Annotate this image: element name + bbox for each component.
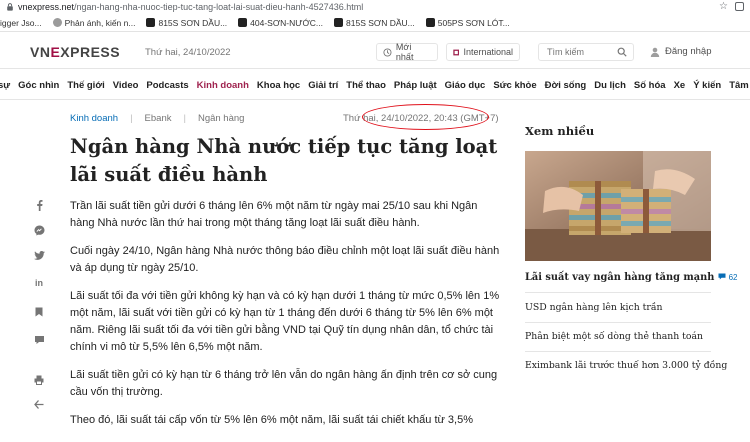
article-paragraph: Lãi suất tối đa với tiền gửi không kỳ hạ… [70,290,500,353]
nav-item[interactable]: Du lịch [594,80,626,91]
vnexpress-logo[interactable]: VNEXPRESS [30,44,120,60]
nav-item[interactable]: Tâm sự [729,80,750,91]
nav-item[interactable]: Đời sống [545,80,587,91]
nav-item[interactable]: Giải trí [308,80,338,91]
article-body: Trần lãi suất tiền gửi dưới 6 tháng lên … [70,198,502,440]
search-icon[interactable] [617,47,627,57]
most-viewed-link[interactable]: USD ngân hàng lên kịch trần [525,302,663,313]
nav-item[interactable]: Giáo dục [445,80,486,91]
nav-item[interactable]: Khoa học [257,80,300,91]
bookmark-item[interactable]: 815S SƠN DẦU... [334,18,415,28]
print-icon[interactable] [32,373,46,387]
bookmark-item[interactable]: igger Jso... [0,18,42,28]
most-viewed-title: Xem nhiều [525,124,595,138]
breadcrumb: Kinh doanh | Ebank | Ngân hàng [70,113,256,124]
user-icon [650,47,660,57]
site-icon [52,18,62,27]
messenger-icon[interactable] [32,223,46,237]
money-photo [525,151,711,261]
nav-item[interactable]: Pháp luật [394,80,437,91]
article-paragraph: Cuối ngày 24/10, Ngân hàng Nhà nước thôn… [70,245,500,274]
breadcrumb-item[interactable]: Ngân hàng [198,113,244,124]
feature-headline-link[interactable]: Lãi suất vay ngân hàng tăng mạnh 62 [525,272,738,283]
url-host: vnexpress.net [18,2,75,12]
breadcrumb-separator: | [130,113,133,124]
header-date: Thứ hai, 24/10/2022 [145,47,231,58]
login-button[interactable]: Đăng nhập [650,46,711,57]
search-input[interactable]: Tìm kiếm [538,43,634,61]
newest-button[interactable]: Mới nhất [376,42,438,62]
most-viewed-link[interactable]: Eximbank lãi trước thuế hơn 3.000 tỷ đồn… [525,360,727,371]
bookmark-icon[interactable] [32,305,46,319]
twitter-icon[interactable] [32,248,46,262]
site-icon [334,18,344,27]
most-viewed-link[interactable]: Phân biệt một số dòng thẻ thanh toán [525,331,703,342]
facebook-icon[interactable] [32,198,46,212]
address-bar[interactable]: vnexpress.net /ngan-hang-nha-nuoc-tiep-t… [0,0,750,14]
nav-item[interactable]: Số hóa [634,80,666,91]
divider [525,351,711,352]
bookmark-item[interactable]: 404-SƠN-NƯỚC... [238,18,323,28]
category-nav: sự Góc nhìn Thế giới Video Podcasts Kinh doan… [0,72,750,100]
breadcrumb-item[interactable]: Ebank [145,113,172,124]
nav-item[interactable]: Ý kiến [693,80,721,91]
article-paragraph: Theo đó, lãi suất tái cấp vốn từ 5% lên … [70,414,473,426]
divider [525,292,711,293]
breadcrumb-separator: | [183,113,186,124]
nav-item[interactable]: Podcasts [146,80,188,91]
extension-icon[interactable] [735,2,744,11]
feature-image[interactable] [525,151,711,261]
site-icon [425,18,435,27]
article-paragraph: Lãi suất tiền gửi có kỳ hạn từ 6 tháng t… [70,369,498,398]
bookmarks-bar: igger Jso... Phản ánh, kiến n... 815S SƠ… [0,14,750,32]
bookmark-item[interactable]: 815S SƠN DẦU... [146,18,227,28]
site-icon [238,18,248,27]
breadcrumb-item[interactable]: Kinh doanh [70,113,118,124]
nav-item[interactable]: Thế giới [67,80,104,91]
site-icon [146,18,156,27]
nav-item[interactable]: Góc nhìn [18,80,59,91]
linkedin-icon[interactable]: in [32,276,46,290]
site-header: VNEXPRESS Thứ hai, 24/10/2022 Mới nhất I… [0,33,750,69]
comment-icon[interactable] [32,333,46,347]
nav-item[interactable]: Thể thao [346,80,386,91]
divider [525,322,711,323]
nav-item[interactable]: sự [0,80,10,91]
nav-item[interactable]: Xe [674,80,686,91]
lock-icon [7,3,13,11]
bookmark-star-icon[interactable]: ☆ [719,1,728,12]
article-title: Ngân hàng Nhà nước tiếp tục tăng loạt lã… [70,135,498,186]
comment-icon [718,273,726,280]
nav-item[interactable]: Kinh doanh [197,80,249,91]
url-path: /ngan-hang-nha-nuoc-tiep-tuc-tang-loat-l… [74,2,364,12]
comment-count[interactable]: 62 [718,273,738,282]
clock-icon [383,47,392,57]
back-arrow-icon[interactable] [32,397,46,411]
bookmark-item[interactable]: Phản ánh, kiến n... [52,18,135,28]
nav-item[interactable]: Video [113,80,139,91]
international-button[interactable]: International [446,43,520,61]
article-paragraph: Trần lãi suất tiền gửi dưới 6 tháng lên … [70,200,478,229]
annotation-circle [362,104,489,130]
nav-item[interactable]: Sức khỏe [493,80,536,91]
bookmark-item[interactable]: 505PS SƠN LÓT... [425,18,510,28]
international-icon [453,49,460,55]
